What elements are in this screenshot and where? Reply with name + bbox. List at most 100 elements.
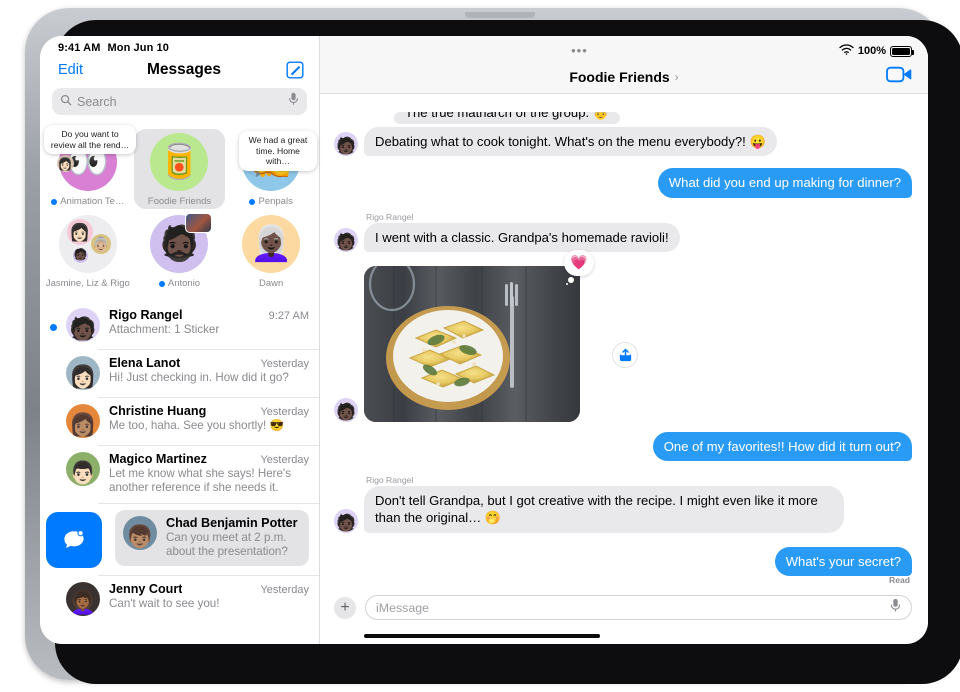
search-input[interactable]: Search: [52, 88, 307, 115]
list-item-header: Elena Lanot Yesterday: [109, 356, 309, 370]
sidebar-navbar: Edit Messages: [40, 56, 319, 88]
message-composer: + iMessage: [320, 589, 928, 624]
pin-label: Animation Te…: [60, 196, 125, 207]
sender-label: Rigo Rangel: [366, 475, 414, 486]
mark-as-unread-button[interactable]: [46, 511, 102, 568]
message-bubble[interactable]: What did you end up making for dinner?: [657, 168, 912, 198]
pin-label-row: Antonio: [158, 278, 201, 289]
status-date: Mon Jun 10: [107, 42, 169, 54]
avatar: 🧑🏿: [334, 508, 358, 533]
pin-avatar: 🥫: [150, 133, 209, 191]
conversation-pane: ••• 100% Foodie Friends › The true matri…: [320, 36, 928, 644]
message-bubble[interactable]: Debating what to cook tonight. What's on…: [364, 127, 777, 157]
imessage-placeholder: iMessage: [376, 600, 430, 615]
message-row: 🧑🏿 I went with a classic. Grandpa's home…: [334, 222, 912, 252]
pin-preview-bubble: We had a great time. Home with…: [238, 131, 317, 172]
unread-indicator: [50, 324, 57, 331]
pinned-conversation-animation-team[interactable]: Do you want to review all the rend… 👀 👩🏻…: [42, 125, 136, 209]
message-row: 🧑🏿 Don't tell Grandpa, but I got creativ…: [334, 486, 912, 533]
battery-percent: 100%: [857, 45, 886, 57]
list-item[interactable]: 👩🏽 Christine Huang Yesterday Me too, hah…: [40, 397, 319, 445]
list-item[interactable]: 👩🏻 Elena Lanot Yesterday Hi! Just checki…: [40, 349, 319, 397]
message-bubble-clipped[interactable]: The true matriarch of the group. 👵: [394, 112, 621, 124]
chevron-right-icon: ›: [674, 69, 679, 84]
timestamp: Yesterday: [260, 583, 309, 596]
pin-label: Penpals: [258, 196, 293, 207]
imessage-input[interactable]: iMessage: [365, 595, 912, 620]
save-to-photos-icon[interactable]: [612, 341, 638, 368]
message-bubble[interactable]: Don't tell Grandpa, but I got creative w…: [364, 486, 844, 533]
pin-label-row: Animation Te…: [51, 196, 124, 207]
avatar: 👦🏽: [123, 515, 157, 550]
pin-preview-bubble: Do you want to review all the rend…: [44, 125, 136, 155]
conversation-list[interactable]: 🧑🏿 Rigo Rangel 9:27 AM Attachment: 1 Sti…: [40, 301, 319, 644]
mini-participant-avatar: 👩🏻: [66, 219, 93, 245]
edit-button[interactable]: Edit: [58, 62, 83, 78]
list-item-body: Jenny Court Yesterday Can't wait to see …: [109, 582, 309, 611]
list-item[interactable]: 👨🏻 Magico Martinez Yesterday Let me know…: [40, 445, 319, 503]
window-controls-dots[interactable]: •••: [320, 44, 839, 57]
list-item-swiped[interactable]: 👦🏽 Chad Benjamin Potter Can you meet at …: [40, 502, 319, 575]
search-container: Search: [40, 88, 319, 123]
list-item[interactable]: 🧑🏿 Rigo Rangel 9:27 AM Attachment: 1 Sti…: [40, 301, 319, 349]
photo-attachment-wrap: 💗: [364, 249, 638, 422]
pinned-conversation-foodie-friends[interactable]: 🥫 Foodie Friends: [133, 129, 226, 209]
avatar: 👩🏻: [66, 356, 100, 390]
message-group: Rigo Rangel 🧑🏿 I went with a classic. Gr…: [334, 212, 912, 252]
ipad-screen: 9:41 AM Mon Jun 10 Edit Messages Search …: [40, 36, 928, 644]
message-row: 🧑🏿 Debating what to cook tonight. What's…: [334, 127, 912, 157]
list-item-body: Rigo Rangel 9:27 AM Attachment: 1 Sticke…: [109, 308, 309, 337]
facetime-video-icon[interactable]: [886, 65, 912, 88]
message-bubble[interactable]: What's your secret?: [774, 546, 912, 576]
avatar: 🧑🏿: [334, 132, 358, 157]
pinned-conversation-antonio[interactable]: 🧔🏿 Antonio: [134, 211, 226, 291]
list-item-body: Christine Huang Yesterday Me too, haha. …: [109, 404, 309, 433]
list-item-header: Christine Huang Yesterday: [109, 404, 309, 418]
message-text: I went with a classic. Grandpa's homemad…: [375, 229, 669, 245]
message-bubble[interactable]: I went with a classic. Grandpa's homemad…: [364, 222, 680, 252]
status-time: 9:41 AM: [58, 42, 101, 54]
avatar: 🧑🏿: [66, 308, 100, 342]
list-item-body: Elena Lanot Yesterday Hi! Just checking …: [109, 356, 309, 385]
add-attachment-button[interactable]: +: [334, 596, 356, 619]
message-row: The true matriarch of the group. 👵: [334, 100, 912, 124]
messages-sidebar: 9:41 AM Mon Jun 10 Edit Messages Search …: [40, 36, 320, 644]
pin-label-row: Foodie Friends: [148, 196, 211, 207]
compose-icon[interactable]: [285, 60, 305, 80]
pinned-conversation-penpals[interactable]: We had a great time. Home with… ✍️ 🧓 Pen…: [225, 129, 317, 209]
page-title: Messages: [146, 61, 222, 78]
pinned-conversation-dawn[interactable]: 👩🏿‍🦳 Dawn: [225, 211, 317, 291]
battery-full-icon: [890, 45, 914, 57]
list-item-header: Rigo Rangel 9:27 AM: [109, 308, 309, 322]
conversation-navbar: Foodie Friends ›: [320, 60, 928, 94]
pin-avatar: 🧔🏿: [150, 213, 213, 273]
heart-reaction-badge[interactable]: 💗: [564, 249, 594, 283]
mini-participant-avatar: 👵🏼: [90, 234, 111, 254]
conversation-title[interactable]: Foodie Friends ›: [569, 69, 678, 85]
pinned-conversation-jasmine-liz-rigo[interactable]: 👩🏻 👵🏼 🧑🏿 Jasmine, Liz & Rigo: [42, 211, 134, 291]
contact-name: Christine Huang: [109, 404, 207, 418]
pin-label: Antonio: [167, 278, 201, 289]
message-bubble[interactable]: One of my favorites!! How did it turn ou…: [652, 431, 912, 462]
list-item-card[interactable]: 👦🏽 Chad Benjamin Potter Can you meet at …: [115, 509, 309, 566]
pin-label: Dawn: [259, 278, 284, 289]
pin-label: Foodie Friends: [147, 196, 212, 207]
avatar: 👨🏻: [66, 452, 100, 486]
antenna-band: [465, 12, 535, 18]
list-item[interactable]: 👩🏾‍🦱 Jenny Court Yesterday Can't wait to…: [40, 574, 319, 623]
photo-attachment[interactable]: [364, 265, 580, 422]
message-text: The true matriarch of the group. 👵: [405, 112, 610, 120]
message-text: What did you end up making for dinner?: [668, 175, 901, 191]
microphone-icon[interactable]: [890, 598, 901, 618]
status-bar-right: ••• 100%: [320, 36, 928, 60]
message-text: What's your secret?: [785, 553, 901, 569]
microphone-icon[interactable]: [288, 92, 299, 111]
pin-avatar: 👩🏻 👵🏼 🧑🏿: [58, 215, 117, 273]
message-preview: Hi! Just checking in. How did it go?: [109, 371, 289, 384]
message-preview: Can you meet at 2 p.m. about the present…: [166, 530, 288, 559]
avatar: 🧑🏿: [334, 397, 358, 422]
search-icon: [60, 93, 72, 111]
message-row: What did you end up making for dinner?: [334, 168, 912, 198]
message-thread[interactable]: The true matriarch of the group. 👵 🧑🏿 De…: [320, 94, 928, 589]
home-indicator[interactable]: [364, 634, 600, 638]
